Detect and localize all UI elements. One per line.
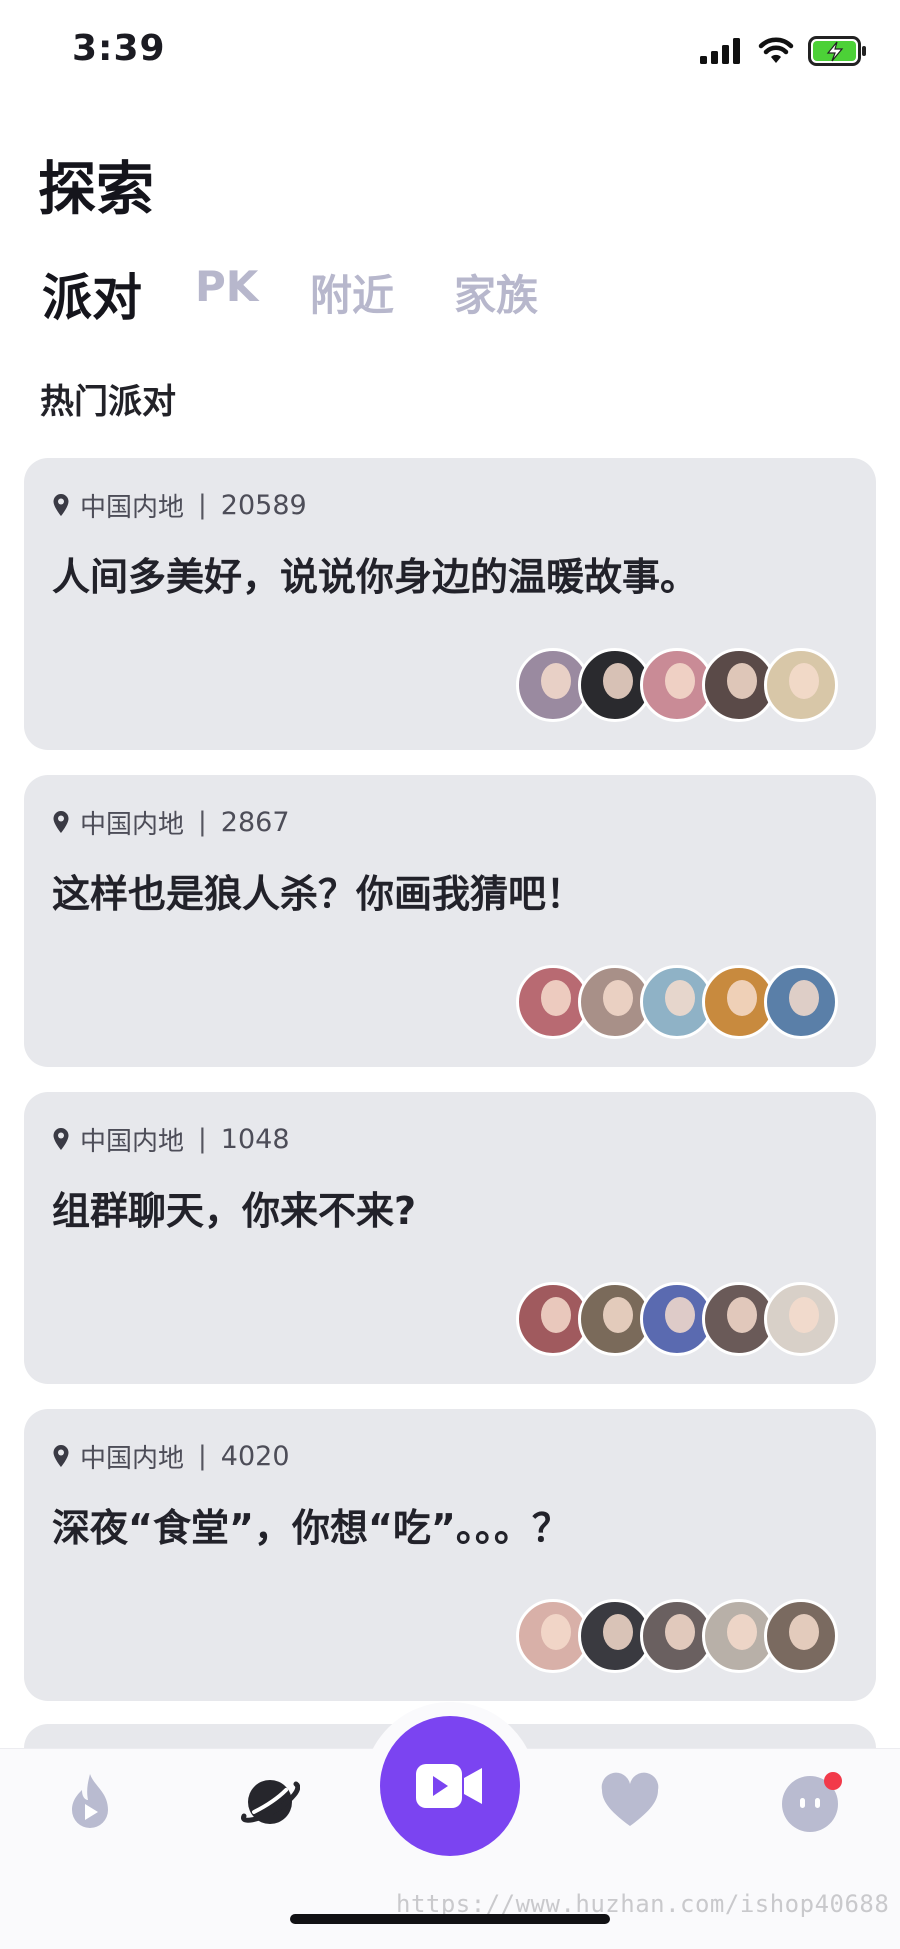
planet-icon xyxy=(241,1780,301,1824)
tab-nearby[interactable]: 附近 xyxy=(310,262,394,323)
location-pin-icon xyxy=(53,1445,69,1467)
heart-icon xyxy=(601,1772,659,1826)
member-avatars xyxy=(516,1282,846,1356)
party-card[interactable]: 中国内地 | 4020 深夜“食堂”，你想“吃”。。。？ xyxy=(24,1409,876,1701)
avatar xyxy=(764,1282,838,1356)
party-meta: 中国内地 | 20589 xyxy=(52,488,307,523)
party-title: 人间多美好，说说你身边的温暖故事。 xyxy=(52,555,699,599)
member-avatars xyxy=(516,1599,846,1673)
avatar xyxy=(764,648,838,722)
page-title: 探索 xyxy=(38,155,155,223)
party-card[interactable]: 中国内地 | 20589 人间多美好，说说你身边的温暖故事。 xyxy=(24,458,876,750)
party-online-count: 20589 xyxy=(220,489,307,521)
flame-icon xyxy=(72,1774,108,1828)
nav-explore[interactable] xyxy=(240,1770,301,1834)
party-location: 中国内地 xyxy=(80,1443,185,1474)
meta-divider: | xyxy=(198,1124,207,1154)
home-indicator xyxy=(290,1914,610,1924)
location-pin-icon xyxy=(53,1128,69,1150)
party-title: 这样也是狼人杀？你画我猜吧！ xyxy=(52,872,585,916)
meta-divider: | xyxy=(198,1441,207,1471)
nav-hot[interactable] xyxy=(60,1770,120,1834)
party-location: 中国内地 xyxy=(80,809,185,840)
wifi-icon xyxy=(758,37,794,63)
cellular-signal-icon xyxy=(700,38,740,64)
go-live-button[interactable] xyxy=(380,1716,520,1856)
nav-favorites[interactable] xyxy=(598,1770,659,1834)
status-bar: 3:39 xyxy=(0,0,900,110)
status-icons xyxy=(700,36,868,66)
location-pin-icon xyxy=(53,494,69,516)
tab-party[interactable]: 派对 xyxy=(42,258,142,330)
tab-family[interactable]: 家族 xyxy=(454,262,538,323)
section-title: 热门派对 xyxy=(40,382,176,422)
party-title: 深夜“食堂”，你想“吃”。。。？ xyxy=(52,1506,570,1550)
meta-divider: | xyxy=(198,490,207,520)
member-avatars xyxy=(516,648,846,722)
party-title: 组群聊天，你来不来? xyxy=(52,1189,417,1233)
avatar xyxy=(764,965,838,1039)
notification-badge xyxy=(824,1772,842,1790)
party-online-count: 4020 xyxy=(220,1440,290,1472)
tab-pk[interactable]: PK xyxy=(195,262,258,311)
party-card[interactable]: 中国内地 | 1048 组群聊天，你来不来? xyxy=(24,1092,876,1384)
party-location: 中国内地 xyxy=(80,1126,185,1157)
member-avatars xyxy=(516,965,846,1039)
party-meta: 中国内地 | 4020 xyxy=(52,1439,290,1474)
meta-divider: | xyxy=(198,807,207,837)
party-online-count: 1048 xyxy=(220,1123,290,1155)
party-meta: 中国内地 | 1048 xyxy=(52,1122,290,1157)
status-time: 3:39 xyxy=(72,28,166,69)
avatar xyxy=(764,1599,838,1673)
party-card[interactable]: 中国内地 | 2867 这样也是狼人杀？你画我猜吧！ xyxy=(24,775,876,1067)
party-location: 中国内地 xyxy=(80,492,185,523)
battery-charging-icon xyxy=(808,36,866,66)
party-online-count: 2867 xyxy=(220,806,290,838)
location-pin-icon xyxy=(53,811,69,833)
party-meta: 中国内地 | 2867 xyxy=(52,805,290,840)
video-camera-icon xyxy=(416,1764,482,1808)
